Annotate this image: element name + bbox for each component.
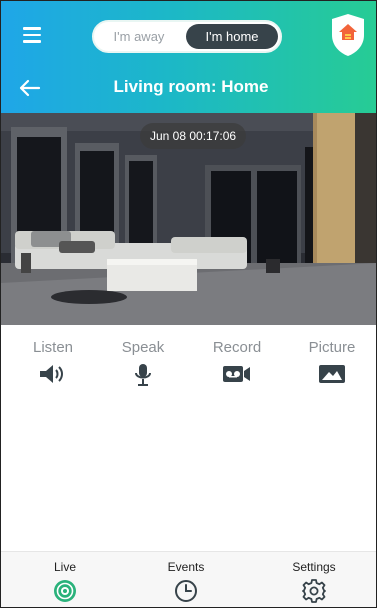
header: I'm away I'm home Living room: Home xyxy=(1,1,376,113)
microphone-icon xyxy=(135,364,151,386)
nav-settings-label: Settings xyxy=(292,560,336,574)
record-button[interactable]: Record xyxy=(202,339,272,385)
nav-live-label: Live xyxy=(53,560,76,574)
speaker-icon xyxy=(40,365,63,383)
back-arrow-icon[interactable] xyxy=(19,79,41,97)
home-shield-icon[interactable] xyxy=(331,13,365,57)
page-title: Living room: Home xyxy=(113,77,269,96)
record-icon xyxy=(223,366,250,382)
mode-toggle[interactable]: I'm away I'm home xyxy=(92,20,282,53)
nav-events[interactable]: Events xyxy=(146,560,226,603)
menu-icon[interactable] xyxy=(23,27,45,45)
app-screen: I'm away I'm home Living room: Home Jun … xyxy=(0,0,377,608)
listen-button[interactable]: Listen xyxy=(18,339,88,385)
picture-icon xyxy=(319,365,345,383)
camera-feed[interactable]: Jun 08 00:17:06 xyxy=(1,113,376,325)
listen-label: Listen xyxy=(32,339,74,356)
picture-label: Picture xyxy=(308,339,356,356)
action-row: Listen Speak Record Picture xyxy=(1,339,376,399)
nav-events-label: Events xyxy=(167,560,205,574)
speak-button[interactable]: Speak xyxy=(108,339,178,387)
nav-live[interactable]: Live xyxy=(25,560,105,603)
timestamp-badge: Jun 08 00:17:06 xyxy=(140,123,247,149)
live-icon xyxy=(54,580,76,602)
home-option[interactable]: I'm home xyxy=(186,24,278,49)
away-option[interactable]: I'm away xyxy=(94,22,184,51)
record-label: Record xyxy=(212,339,262,356)
nav-settings[interactable]: Settings xyxy=(274,560,354,603)
picture-button[interactable]: Picture xyxy=(297,339,367,385)
speak-label: Speak xyxy=(121,339,165,356)
bottom-nav: Live Events Settings xyxy=(1,551,376,607)
gear-icon xyxy=(302,579,326,603)
clock-icon xyxy=(175,580,197,602)
